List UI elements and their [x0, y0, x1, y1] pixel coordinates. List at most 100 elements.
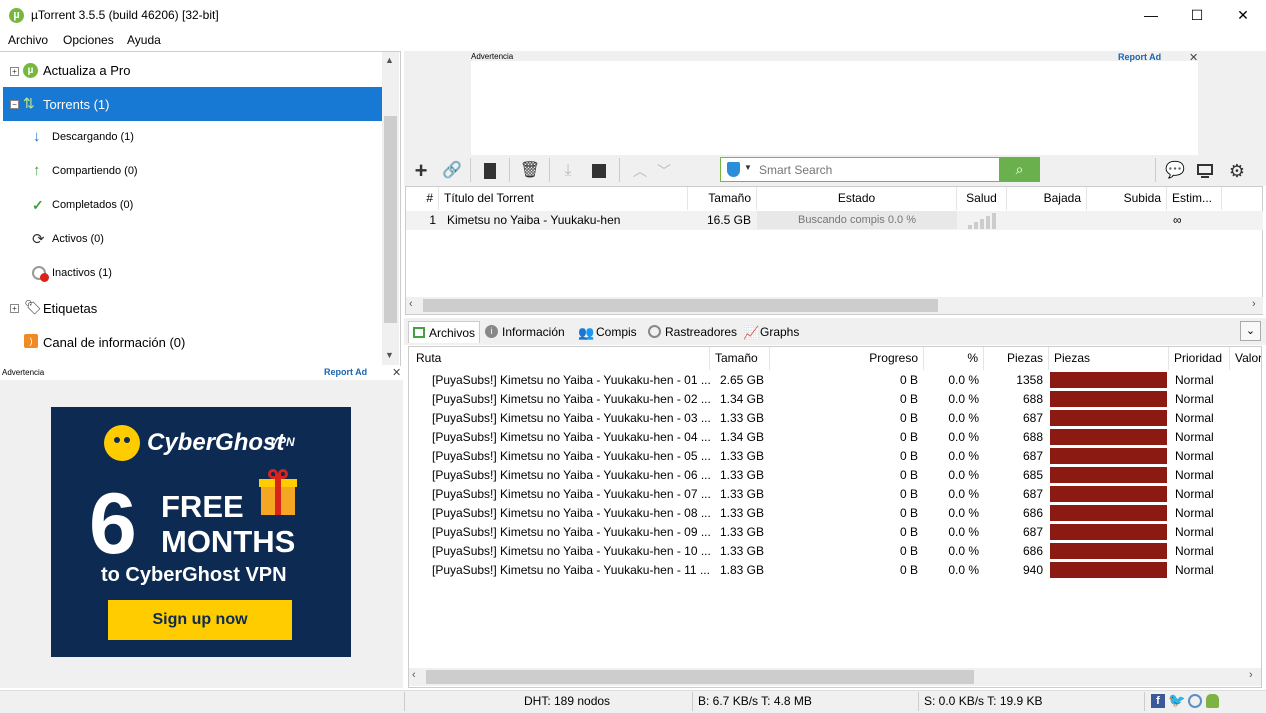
sidebar-item-upgrade[interactable]: + µ Actualiza a Pro: [3, 54, 382, 88]
scroll-down-icon[interactable]: ▼: [385, 350, 394, 360]
add-torrent-icon[interactable]: +: [410, 160, 432, 182]
col-number[interactable]: #: [406, 187, 439, 210]
sidebar-item-seeding[interactable]: ↑ Compartiendo (0): [3, 155, 382, 189]
close-ad-icon[interactable]: ✕: [1189, 51, 1198, 64]
torrent-status: Buscando compis 0.0 %: [757, 211, 957, 229]
move-down-icon[interactable]: ﹀: [653, 160, 675, 182]
col-upload[interactable]: Subida: [1087, 187, 1167, 210]
collapse-panel-button[interactable]: ⌄: [1240, 321, 1261, 341]
sidebar-item-active[interactable]: ⟳ Activos (0): [3, 223, 382, 257]
col-eta[interactable]: Estim...: [1167, 187, 1222, 210]
table-row[interactable]: [PuyaSubs!] Kimetsu no Yaiba - Yuukaku-h…: [409, 504, 1261, 523]
col-download[interactable]: Bajada: [1007, 187, 1087, 210]
remote-screen-icon[interactable]: [1194, 160, 1216, 182]
cyberghost-ad[interactable]: CyberGhost VPN 6 FREE MONTHS to CyberGho…: [51, 407, 351, 657]
col-progress[interactable]: Progreso: [770, 347, 924, 370]
col-file-size[interactable]: Tamaño: [710, 347, 770, 370]
close-button[interactable]: ✕: [1220, 0, 1266, 31]
tab-trackers[interactable]: Rastreadores: [645, 321, 737, 343]
tab-info[interactable]: i Información: [482, 321, 572, 343]
col-health[interactable]: Salud: [957, 187, 1007, 210]
chat-icon[interactable]: 💬: [1164, 160, 1186, 182]
col-pieces-count[interactable]: Piezas: [984, 347, 1049, 370]
file-size: 1.33 GB: [719, 506, 764, 520]
menu-ayuda[interactable]: Ayuda: [127, 33, 161, 47]
scroll-left-icon[interactable]: ‹: [409, 298, 413, 310]
twitter-icon[interactable]: 🐦: [1168, 692, 1185, 709]
sidebar-item-torrents[interactable]: − ⇅ Torrents (1): [3, 87, 382, 121]
file-progress: 0 B: [899, 392, 918, 406]
scroll-right-icon[interactable]: ›: [1252, 298, 1256, 310]
col-status[interactable]: Estado: [757, 187, 957, 210]
android-icon[interactable]: [1206, 694, 1219, 708]
table-row[interactable]: [PuyaSubs!] Kimetsu no Yaiba - Yuukaku-h…: [409, 523, 1261, 542]
table-row[interactable]: [PuyaSubs!] Kimetsu no Yaiba - Yuukaku-h…: [409, 466, 1261, 485]
top-ad-content[interactable]: [471, 61, 1198, 155]
health-bars-icon: [968, 211, 996, 229]
file-pieces: 688: [1022, 392, 1043, 406]
search-button[interactable]: ⌕: [999, 157, 1040, 182]
scroll-up-icon[interactable]: ▲: [385, 55, 394, 65]
table-row[interactable]: [PuyaSubs!] Kimetsu no Yaiba - Yuukaku-h…: [409, 485, 1261, 504]
sidebar-item-inactive[interactable]: Inactivos (1): [3, 257, 382, 291]
maximize-button[interactable]: ☐: [1174, 0, 1220, 31]
facebook-icon[interactable]: f: [1151, 694, 1165, 708]
menu-archivo[interactable]: Archivo: [8, 33, 48, 47]
tab-graphs[interactable]: 📈 Graphs: [740, 321, 802, 343]
scroll-thumb[interactable]: [423, 299, 938, 312]
scroll-right-icon[interactable]: ›: [1249, 669, 1253, 681]
scroll-thumb[interactable]: [426, 670, 974, 684]
table-row[interactable]: [PuyaSubs!] Kimetsu no Yaiba - Yuukaku-h…: [409, 542, 1261, 561]
smart-search-field[interactable]: ▼: [720, 157, 1040, 182]
file-progress: 0 B: [899, 506, 918, 520]
expand-icon[interactable]: +: [10, 304, 19, 313]
report-ad-link[interactable]: Report Ad: [324, 367, 367, 377]
col-percent[interactable]: %: [924, 347, 984, 370]
sidebar-item-label: Descargando (1): [52, 131, 134, 143]
col-priority[interactable]: Prioridad: [1169, 347, 1230, 370]
tab-peers[interactable]: 👥 Compis: [576, 321, 642, 343]
create-torrent-icon[interactable]: [479, 160, 501, 182]
stop-icon[interactable]: [588, 160, 610, 182]
search-input[interactable]: [759, 161, 999, 178]
col-path[interactable]: Ruta: [411, 347, 710, 370]
col-title[interactable]: Título del Torrent: [439, 187, 688, 210]
col-pieces-bar[interactable]: Piezas: [1049, 347, 1169, 370]
gear-icon[interactable]: ⚙: [1226, 160, 1248, 182]
status-download[interactable]: B: 6.7 KB/s T: 4.8 MB: [698, 694, 812, 708]
tab-files[interactable]: Archivos: [408, 321, 480, 343]
table-row[interactable]: [PuyaSubs!] Kimetsu no Yaiba - Yuukaku-h…: [409, 390, 1261, 409]
start-download-icon[interactable]: ⤓: [557, 160, 579, 182]
table-row[interactable]: [PuyaSubs!] Kimetsu no Yaiba - Yuukaku-h…: [409, 447, 1261, 466]
report-ad-link[interactable]: Report Ad: [1118, 52, 1161, 62]
expand-icon[interactable]: +: [10, 67, 19, 76]
globe-icon[interactable]: [1188, 694, 1202, 708]
menu-opciones[interactable]: Opciones: [63, 33, 114, 47]
add-link-icon[interactable]: 🔗: [441, 160, 463, 182]
sidebar-item-feeds[interactable]: ) Canal de información (0): [3, 325, 382, 359]
sidebar-item-labels[interactable]: + 🏷 Etiquetas: [3, 291, 382, 325]
table-row[interactable]: [PuyaSubs!] Kimetsu no Yaiba - Yuukaku-h…: [409, 428, 1261, 447]
ad-label: Advertencia: [471, 52, 514, 61]
file-percent: 0.0 %: [948, 506, 979, 520]
minimize-button[interactable]: —: [1128, 0, 1174, 31]
sidebar-item-downloading[interactable]: ↓ Descargando (1): [3, 121, 382, 155]
move-up-icon[interactable]: ︿: [629, 160, 651, 182]
table-row[interactable]: [PuyaSubs!] Kimetsu no Yaiba - Yuukaku-h…: [409, 371, 1261, 390]
table-row[interactable]: [PuyaSubs!] Kimetsu no Yaiba - Yuukaku-h…: [409, 409, 1261, 428]
table-row[interactable]: [PuyaSubs!] Kimetsu no Yaiba - Yuukaku-h…: [409, 561, 1261, 580]
file-percent: 0.0 %: [948, 525, 979, 539]
status-upload[interactable]: S: 0.0 KB/s T: 19.9 KB: [924, 694, 1043, 708]
sidebar-scroll-thumb[interactable]: [384, 116, 397, 323]
close-ad-icon[interactable]: ✕: [392, 366, 401, 379]
ad-signup-button[interactable]: Sign up now: [108, 600, 292, 640]
torrent-list-scrollbar[interactable]: ‹ ›: [406, 297, 1263, 314]
sidebar-item-completed[interactable]: ✓ Completados (0): [3, 189, 382, 223]
scroll-left-icon[interactable]: ‹: [412, 669, 416, 681]
collapse-icon[interactable]: −: [10, 100, 19, 109]
col-value[interactable]: Valor: [1230, 347, 1261, 370]
files-list-scrollbar[interactable]: ‹ ›: [409, 668, 1261, 686]
remove-icon[interactable]: 🗑: [519, 160, 541, 182]
chevron-down-icon[interactable]: ▼: [744, 163, 752, 172]
col-size[interactable]: Tamaño: [688, 187, 757, 210]
